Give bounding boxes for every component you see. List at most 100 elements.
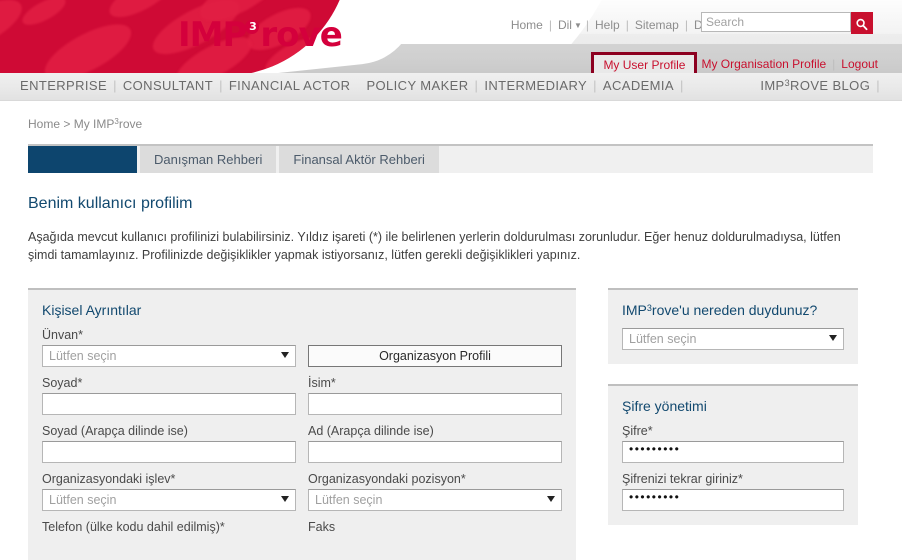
label-password: Şifre*	[622, 424, 653, 438]
breadcrumb-separator: >	[63, 117, 71, 131]
field-org-profile-button: Organizasyon Profili	[308, 328, 562, 367]
main-nav-blog: IMP3ROVE BLOG |	[760, 78, 886, 93]
field-surname-arabic: Soyad (Arapça dilinde ise)	[42, 424, 296, 463]
nav-separator-7: |	[876, 78, 880, 93]
form-row-name: Soyad* İsim*	[42, 376, 562, 415]
logo-superscript-badge: 3	[245, 20, 260, 34]
improve-logo[interactable]: IMP 3 rove	[178, 15, 343, 55]
nav-item-enterprise[interactable]: ENTERPRISE	[20, 78, 107, 93]
my-user-profile-link[interactable]: My User Profile	[591, 52, 698, 73]
password-repeat-input[interactable]: •••••••••	[622, 489, 844, 511]
form-row-function-position: Organizasyondaki işlev* Lütfen seçin Org…	[42, 472, 562, 511]
nav-item-intermediary[interactable]: INTERMEDIARY	[484, 78, 587, 93]
firstname-input[interactable]	[308, 393, 562, 415]
util-link-language[interactable]: Dil	[556, 18, 574, 32]
title-select[interactable]: Lütfen seçin	[42, 345, 296, 367]
nav-item-policy-maker[interactable]: POLICY MAKER	[366, 78, 468, 93]
logo-text-primary: IMP	[178, 15, 247, 55]
util-separator-3: |	[625, 18, 629, 32]
label-surname: Soyad*	[42, 376, 83, 390]
how-heard-select[interactable]: Lütfen seçin	[622, 328, 844, 350]
util-link-home[interactable]: Home	[509, 18, 545, 32]
label-firstname-arabic: Ad (Arapça dilinde ise)	[308, 424, 434, 438]
nav-item-improve-blog[interactable]: IMP3ROVE BLOG	[760, 78, 870, 93]
tab-my-user-profile[interactable]	[28, 146, 137, 173]
profile-separator: |	[832, 57, 836, 71]
site-header: IMP3rove Home|Dil▼|Help|Sitemap|Disclaim…	[0, 0, 902, 73]
how-heard-panel: IMP3rove'u nereden duydunuz? Lütfen seçi…	[608, 288, 858, 364]
personal-details-heading: Kişisel Ayrıntılar	[42, 302, 142, 318]
breadcrumb-current: My IMP3rove	[74, 117, 142, 131]
form-row-phone-fax: Telefon (ülke kodu dahil edilmiş)* Faks	[42, 520, 562, 537]
label-firstname: İsim*	[308, 376, 336, 390]
field-firstname-arabic: Ad (Arapça dilinde ise)	[308, 424, 562, 463]
label-password-repeat: Şifrenizi tekrar giriniz*	[622, 472, 743, 486]
label-surname-arabic: Soyad (Arapça dilinde ise)	[42, 424, 188, 438]
label-phone: Telefon (ülke kodu dahil edilmiş)*	[42, 520, 225, 534]
field-position: Organizasyondaki pozisyon* Lütfen seçin	[308, 472, 562, 511]
chevron-down-icon[interactable]: ▼	[574, 21, 582, 30]
surname-arabic-input[interactable]	[42, 441, 296, 463]
breadcrumb: Home > My IMP3rove	[0, 101, 902, 131]
tab-finansal-aktor-rehberi[interactable]: Finansal Aktör Rehberi	[279, 146, 439, 173]
logout-link[interactable]: Logout	[841, 57, 878, 71]
how-heard-select-wrap: Lütfen seçin	[622, 328, 844, 350]
organizasyon-profili-button[interactable]: Organizasyon Profili	[308, 345, 562, 367]
personal-details-panel: Kişisel Ayrıntılar Ünvan* Lütfen seçin O…	[28, 288, 576, 560]
position-select-wrap: Lütfen seçin	[308, 489, 562, 511]
breadcrumb-home[interactable]: Home	[28, 117, 60, 131]
field-fax: Faks	[308, 520, 562, 537]
page-title: Benim kullanıcı profilim	[28, 195, 193, 212]
nav-item-financial-actor[interactable]: FINANCIAL ACTOR	[229, 78, 351, 93]
main-nav-items: ENTERPRISE | CONSULTANT | FINANCIAL ACTOR PO…	[20, 78, 690, 93]
label-fax: Faks	[308, 520, 336, 534]
password-management-heading: Şifre yönetimi	[622, 398, 707, 414]
right-column: IMP3rove'u nereden duydunuz? Lütfen seçi…	[608, 288, 858, 560]
profile-nav: My User Profile My Organisation Profile | L…	[591, 51, 878, 73]
blog-label-post: ROVE BLOG	[790, 78, 871, 93]
search-input[interactable]	[701, 12, 851, 32]
how-heard-heading: IMP3rove'u nereden duydunuz?	[622, 302, 844, 318]
field-function: Organizasyondaki işlev* Lütfen seçin	[42, 472, 296, 511]
nav-separator-3	[350, 78, 366, 93]
password-input[interactable]: •••••••••	[622, 441, 844, 463]
nav-item-consultant[interactable]: CONSULTANT	[123, 78, 213, 93]
util-separator-2: |	[585, 18, 590, 32]
blog-label-pre: IMP	[760, 78, 785, 93]
tab-danisman-rehberi[interactable]: Danışman Rehberi	[140, 146, 277, 173]
breadcrumb-current-pre: My IMP	[73, 117, 115, 131]
label-position: Organizasyondaki pozisyon*	[308, 472, 466, 486]
util-separator-1: |	[548, 18, 552, 32]
nav-separator-2: |	[219, 78, 223, 93]
util-separator-4: |	[684, 18, 688, 32]
password-management-panel: Şifre yönetimi Şifre* ••••••••• Şifreniz…	[608, 384, 858, 525]
form-panels: Kişisel Ayrıntılar Ünvan* Lütfen seçin O…	[28, 288, 873, 560]
search-icon	[856, 18, 868, 30]
util-link-sitemap[interactable]: Sitemap	[633, 18, 681, 32]
field-firstname: İsim*	[308, 376, 562, 415]
tab-bar: Danışman Rehberi Finansal Aktör Rehberi	[28, 144, 873, 173]
label-title: Ünvan*	[42, 328, 83, 342]
util-link-help[interactable]: Help	[593, 18, 622, 32]
search-button[interactable]	[851, 12, 873, 34]
function-select-wrap: Lütfen seçin	[42, 489, 296, 511]
field-phone: Telefon (ülke kodu dahil edilmiş)*	[42, 520, 296, 537]
position-select[interactable]: Lütfen seçin	[308, 489, 562, 511]
surname-input[interactable]	[42, 393, 296, 415]
firstname-arabic-input[interactable]	[308, 441, 562, 463]
form-row-title: Ünvan* Lütfen seçin Organizasyon Profili	[42, 328, 562, 367]
field-password-repeat: Şifrenizi tekrar giriniz* •••••••••	[622, 472, 844, 511]
search-box	[701, 12, 873, 34]
nav-item-academia[interactable]: ACADEMIA	[603, 78, 674, 93]
page-intro-text: Aşağıda mevcut kullanıcı profilinizi bul…	[28, 230, 841, 262]
function-select[interactable]: Lütfen seçin	[42, 489, 296, 511]
nav-separator-1: |	[113, 78, 117, 93]
how-heard-heading-pre: IMP	[622, 302, 647, 318]
my-organisation-profile-link[interactable]: My Organisation Profile	[701, 57, 826, 71]
form-row-name-arabic: Soyad (Arapça dilinde ise) Ad (Arapça di…	[42, 424, 562, 463]
field-surname: Soyad*	[42, 376, 296, 415]
nav-separator-6: |	[680, 78, 684, 93]
nav-separator-4: |	[474, 78, 479, 93]
page-content: Home > My IMP3rove Danışman Rehberi Fina…	[0, 101, 902, 560]
